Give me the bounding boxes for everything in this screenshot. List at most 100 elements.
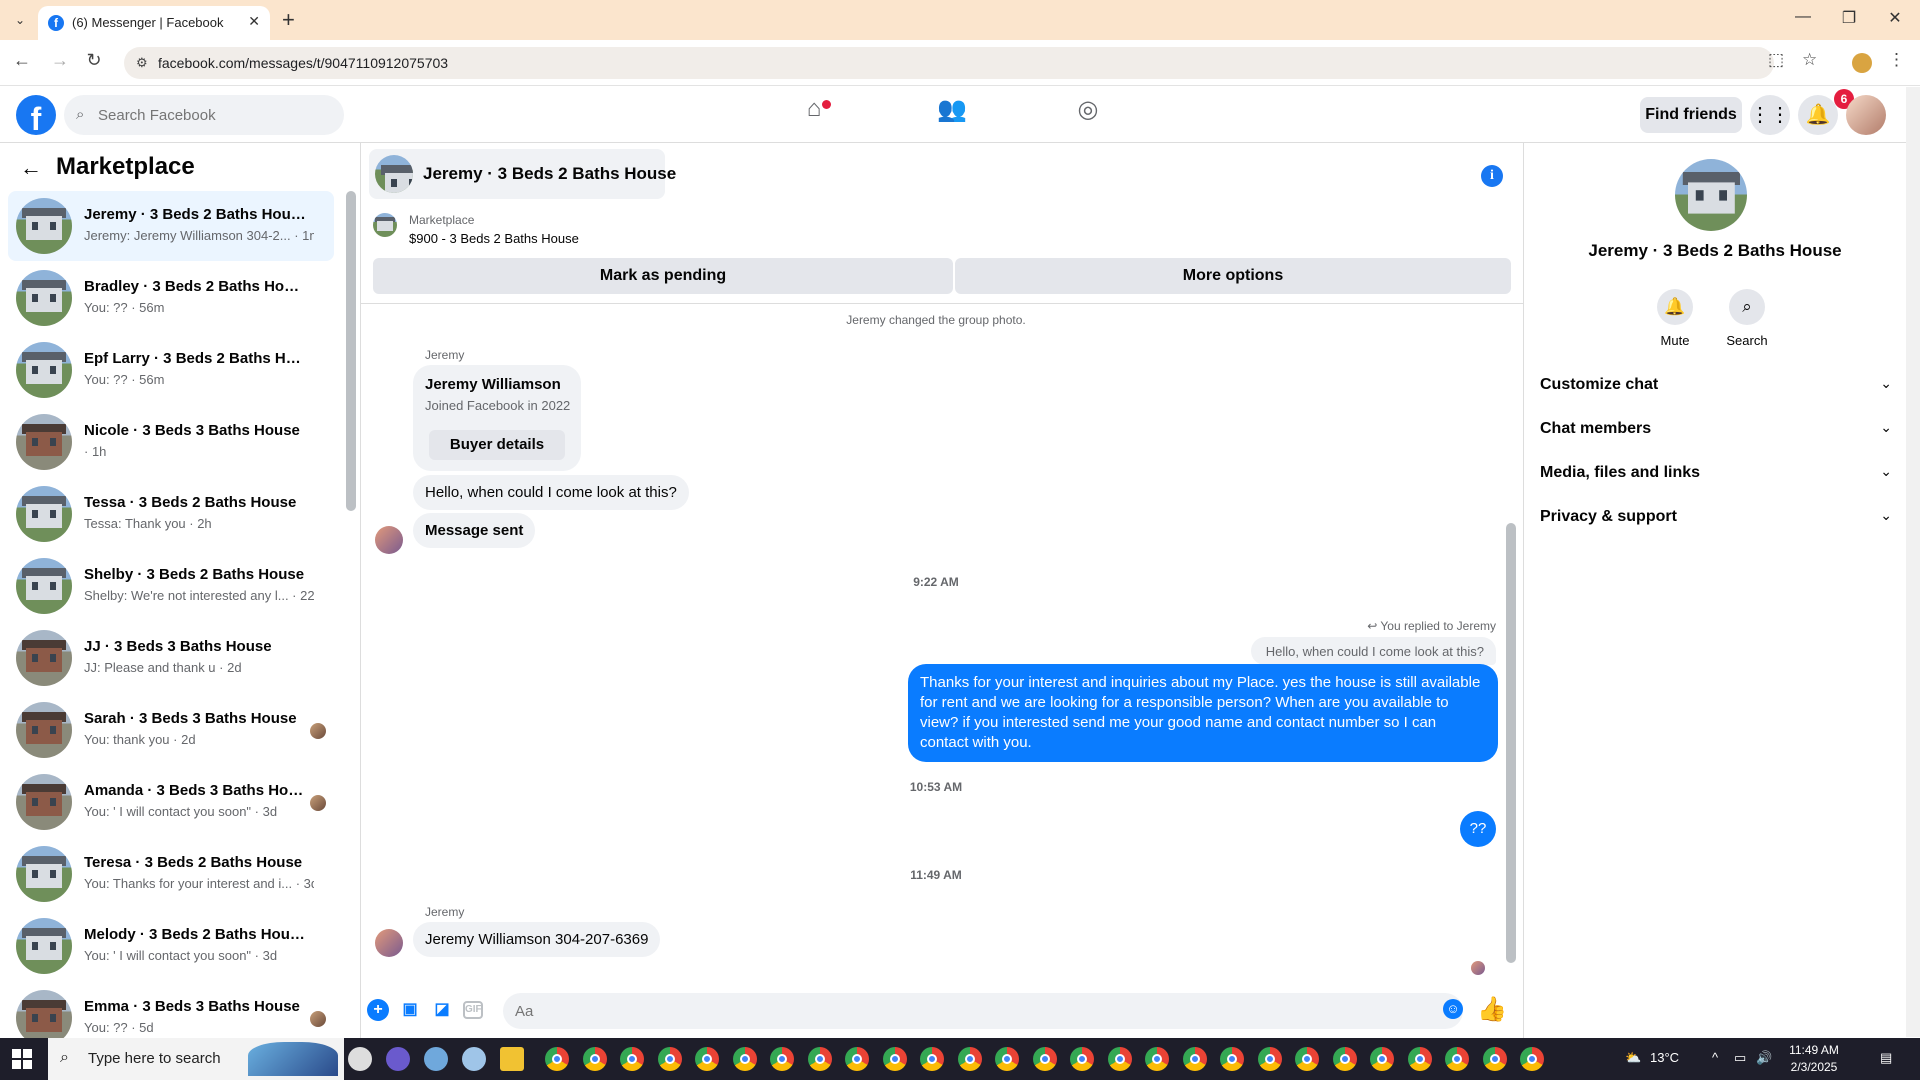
- install-app-icon[interactable]: ⬚: [1768, 50, 1784, 70]
- facebook-search[interactable]: ⌕: [64, 95, 344, 135]
- notifications-bell-icon[interactable]: 🔔: [1798, 95, 1838, 135]
- incoming-message[interactable]: Jeremy Williamson 304-207-6369: [413, 922, 661, 957]
- weather-temp[interactable]: 13°C: [1650, 1050, 1679, 1065]
- tab-search-dropdown-icon[interactable]: ⌄: [8, 10, 32, 30]
- conversation-item[interactable]: Tessa · 3 Beds 2 Baths House Tessa: Thank…: [8, 479, 334, 549]
- taskbar-search[interactable]: ⌕ Type here to search: [48, 1038, 344, 1080]
- new-tab-icon[interactable]: +: [282, 7, 295, 33]
- chrome-taskbar-icon[interactable]: [1520, 1047, 1544, 1071]
- conversation-item[interactable]: Jeremy · 3 Beds 2 Baths House Jeremy: Jer…: [8, 191, 334, 261]
- incoming-message[interactable]: Message sent: [413, 513, 536, 548]
- back-arrow-icon[interactable]: ←: [20, 155, 42, 181]
- conversation-item[interactable]: Epf Larry · 3 Beds 2 Baths House You: ?? …: [8, 335, 334, 405]
- tray-chevron-icon[interactable]: ^: [1712, 1050, 1718, 1065]
- home-nav-icon[interactable]: ⌂: [784, 95, 844, 135]
- conversation-item[interactable]: Bradley · 3 Beds 2 Baths House You: ?? · …: [8, 263, 334, 333]
- incoming-message[interactable]: Hello, when could I come look at this?: [413, 475, 689, 510]
- chat-header[interactable]: Jeremy · 3 Beds 2 Baths House: [369, 149, 676, 199]
- friends-nav-icon[interactable]: 👥: [922, 95, 982, 135]
- sticker-icon[interactable]: ◪: [431, 999, 453, 1021]
- conversation-item[interactable]: Amanda · 3 Beds 3 Baths Hou... You: ' I w…: [8, 767, 334, 837]
- conversation-item[interactable]: Nicole · 3 Beds 3 Baths House · 1h: [8, 407, 334, 477]
- sender-avatar[interactable]: [375, 526, 403, 554]
- back-icon[interactable]: ←: [8, 50, 36, 71]
- chrome-profile-icon[interactable]: [1852, 53, 1872, 73]
- chrome-taskbar-icon[interactable]: [845, 1047, 869, 1071]
- chrome-taskbar-icon[interactable]: [995, 1047, 1019, 1071]
- app-icon[interactable]: [462, 1047, 486, 1071]
- weather-icon[interactable]: ⛅: [1625, 1050, 1641, 1066]
- browser-tab[interactable]: f (6) Messenger | Facebook ✕: [38, 6, 270, 40]
- more-options-button[interactable]: More options: [955, 258, 1511, 294]
- chrome-taskbar-icon[interactable]: [1182, 1047, 1207, 1071]
- thumbs-up-icon[interactable]: 👍: [1477, 995, 1507, 1024]
- details-section-row[interactable]: Customize chat ⌄: [1540, 367, 1892, 403]
- conversation-info-icon[interactable]: i: [1481, 165, 1503, 187]
- buyer-details-button[interactable]: Buyer details: [429, 430, 565, 460]
- clock[interactable]: 11:49 AM 2/3/2025: [1774, 1042, 1854, 1076]
- chrome-taskbar-icon[interactable]: [1445, 1047, 1469, 1071]
- chrome-taskbar-icon[interactable]: [957, 1047, 982, 1071]
- bookmark-star-icon[interactable]: ☆: [1802, 50, 1817, 70]
- plus-icon[interactable]: +: [367, 999, 389, 1021]
- chrome-taskbar-icon[interactable]: [920, 1047, 944, 1071]
- chrome-taskbar-icon[interactable]: [657, 1047, 682, 1071]
- volume-icon[interactable]: 🔊: [1756, 1050, 1772, 1066]
- chat-scrollbar[interactable]: [1506, 523, 1516, 963]
- chrome-taskbar-icon[interactable]: [1145, 1047, 1169, 1071]
- details-section-row[interactable]: Privacy & support ⌄: [1540, 499, 1892, 535]
- close-window-icon[interactable]: ✕: [1872, 8, 1918, 28]
- chrome-taskbar-icon[interactable]: [545, 1047, 569, 1071]
- details-section-row[interactable]: Media, files and links ⌄: [1540, 455, 1892, 491]
- copilot-icon[interactable]: [386, 1047, 410, 1071]
- conversation-item[interactable]: Shelby · 3 Beds 2 Baths House Shelby: We'…: [8, 551, 334, 621]
- chrome-taskbar-icon[interactable]: [620, 1047, 644, 1071]
- chrome-taskbar-icon[interactable]: [1220, 1047, 1244, 1071]
- page-scrollbar[interactable]: [1906, 87, 1920, 1037]
- app-icon[interactable]: [424, 1047, 448, 1071]
- facebook-logo-icon[interactable]: f: [16, 95, 56, 135]
- minimize-icon[interactable]: —: [1780, 8, 1826, 26]
- groups-nav-icon[interactable]: ◎: [1058, 95, 1118, 135]
- conversation-item[interactable]: JJ · 3 Beds 3 Baths House JJ: Please and …: [8, 623, 334, 693]
- network-icon[interactable]: ▭: [1734, 1050, 1746, 1066]
- forward-icon[interactable]: →: [46, 50, 74, 71]
- search-conversation-button[interactable]: ⌕ Search: [1712, 289, 1782, 348]
- conversation-item[interactable]: Melody · 3 Beds 2 Baths House You: ' I wi…: [8, 911, 334, 981]
- chrome-taskbar-icon[interactable]: [807, 1047, 832, 1071]
- restore-icon[interactable]: ❐: [1826, 8, 1872, 28]
- search-icon[interactable]: ⌕: [1729, 289, 1765, 325]
- chrome-taskbar-icon[interactable]: [695, 1047, 719, 1071]
- chrome-taskbar-icon[interactable]: [770, 1047, 794, 1071]
- chrome-taskbar-icon[interactable]: [882, 1047, 907, 1071]
- account-avatar[interactable]: [1846, 95, 1886, 135]
- gif-icon[interactable]: GIF: [463, 1001, 483, 1019]
- photo-icon[interactable]: ▣: [399, 999, 421, 1021]
- task-view-icon[interactable]: [348, 1047, 372, 1071]
- chrome-taskbar-icon[interactable]: [732, 1047, 757, 1071]
- address-bar[interactable]: ⚙ facebook.com/messages/t/90471109120757…: [124, 47, 1774, 79]
- emoji-icon[interactable]: ☺: [1443, 999, 1463, 1019]
- mute-button[interactable]: 🔔 Mute: [1640, 289, 1710, 348]
- outgoing-message[interactable]: ??: [1460, 811, 1496, 847]
- chrome-taskbar-icon[interactable]: [1332, 1047, 1357, 1071]
- chrome-taskbar-icon[interactable]: [582, 1047, 607, 1071]
- chrome-menu-icon[interactable]: ⋮: [1888, 50, 1905, 70]
- sender-avatar[interactable]: [375, 929, 403, 957]
- bell-icon[interactable]: 🔔: [1657, 289, 1693, 325]
- windows-start-icon[interactable]: [12, 1049, 32, 1069]
- site-info-icon[interactable]: ⚙: [136, 55, 148, 71]
- conversation-list-scrollbar[interactable]: [346, 191, 356, 511]
- chrome-taskbar-icon[interactable]: [1295, 1047, 1319, 1071]
- close-tab-icon[interactable]: ✕: [248, 13, 260, 30]
- marketplace-listing-row[interactable]: Marketplace $900 - 3 Beds 2 Baths House: [361, 207, 1523, 255]
- menu-grid-icon[interactable]: ⋮⋮: [1750, 95, 1790, 135]
- mark-as-pending-button[interactable]: Mark as pending: [373, 258, 953, 294]
- reload-icon[interactable]: ↻: [80, 50, 108, 71]
- chrome-taskbar-icon[interactable]: [1070, 1047, 1094, 1071]
- message-input-wrapper[interactable]: [503, 993, 1463, 1029]
- chrome-taskbar-icon[interactable]: [1407, 1047, 1432, 1071]
- conversation-item[interactable]: Teresa · 3 Beds 2 Baths House You: Thanks…: [8, 839, 334, 909]
- conversation-item[interactable]: Sarah · 3 Beds 3 Baths House You: thank y…: [8, 695, 334, 765]
- file-explorer-icon[interactable]: [500, 1047, 524, 1071]
